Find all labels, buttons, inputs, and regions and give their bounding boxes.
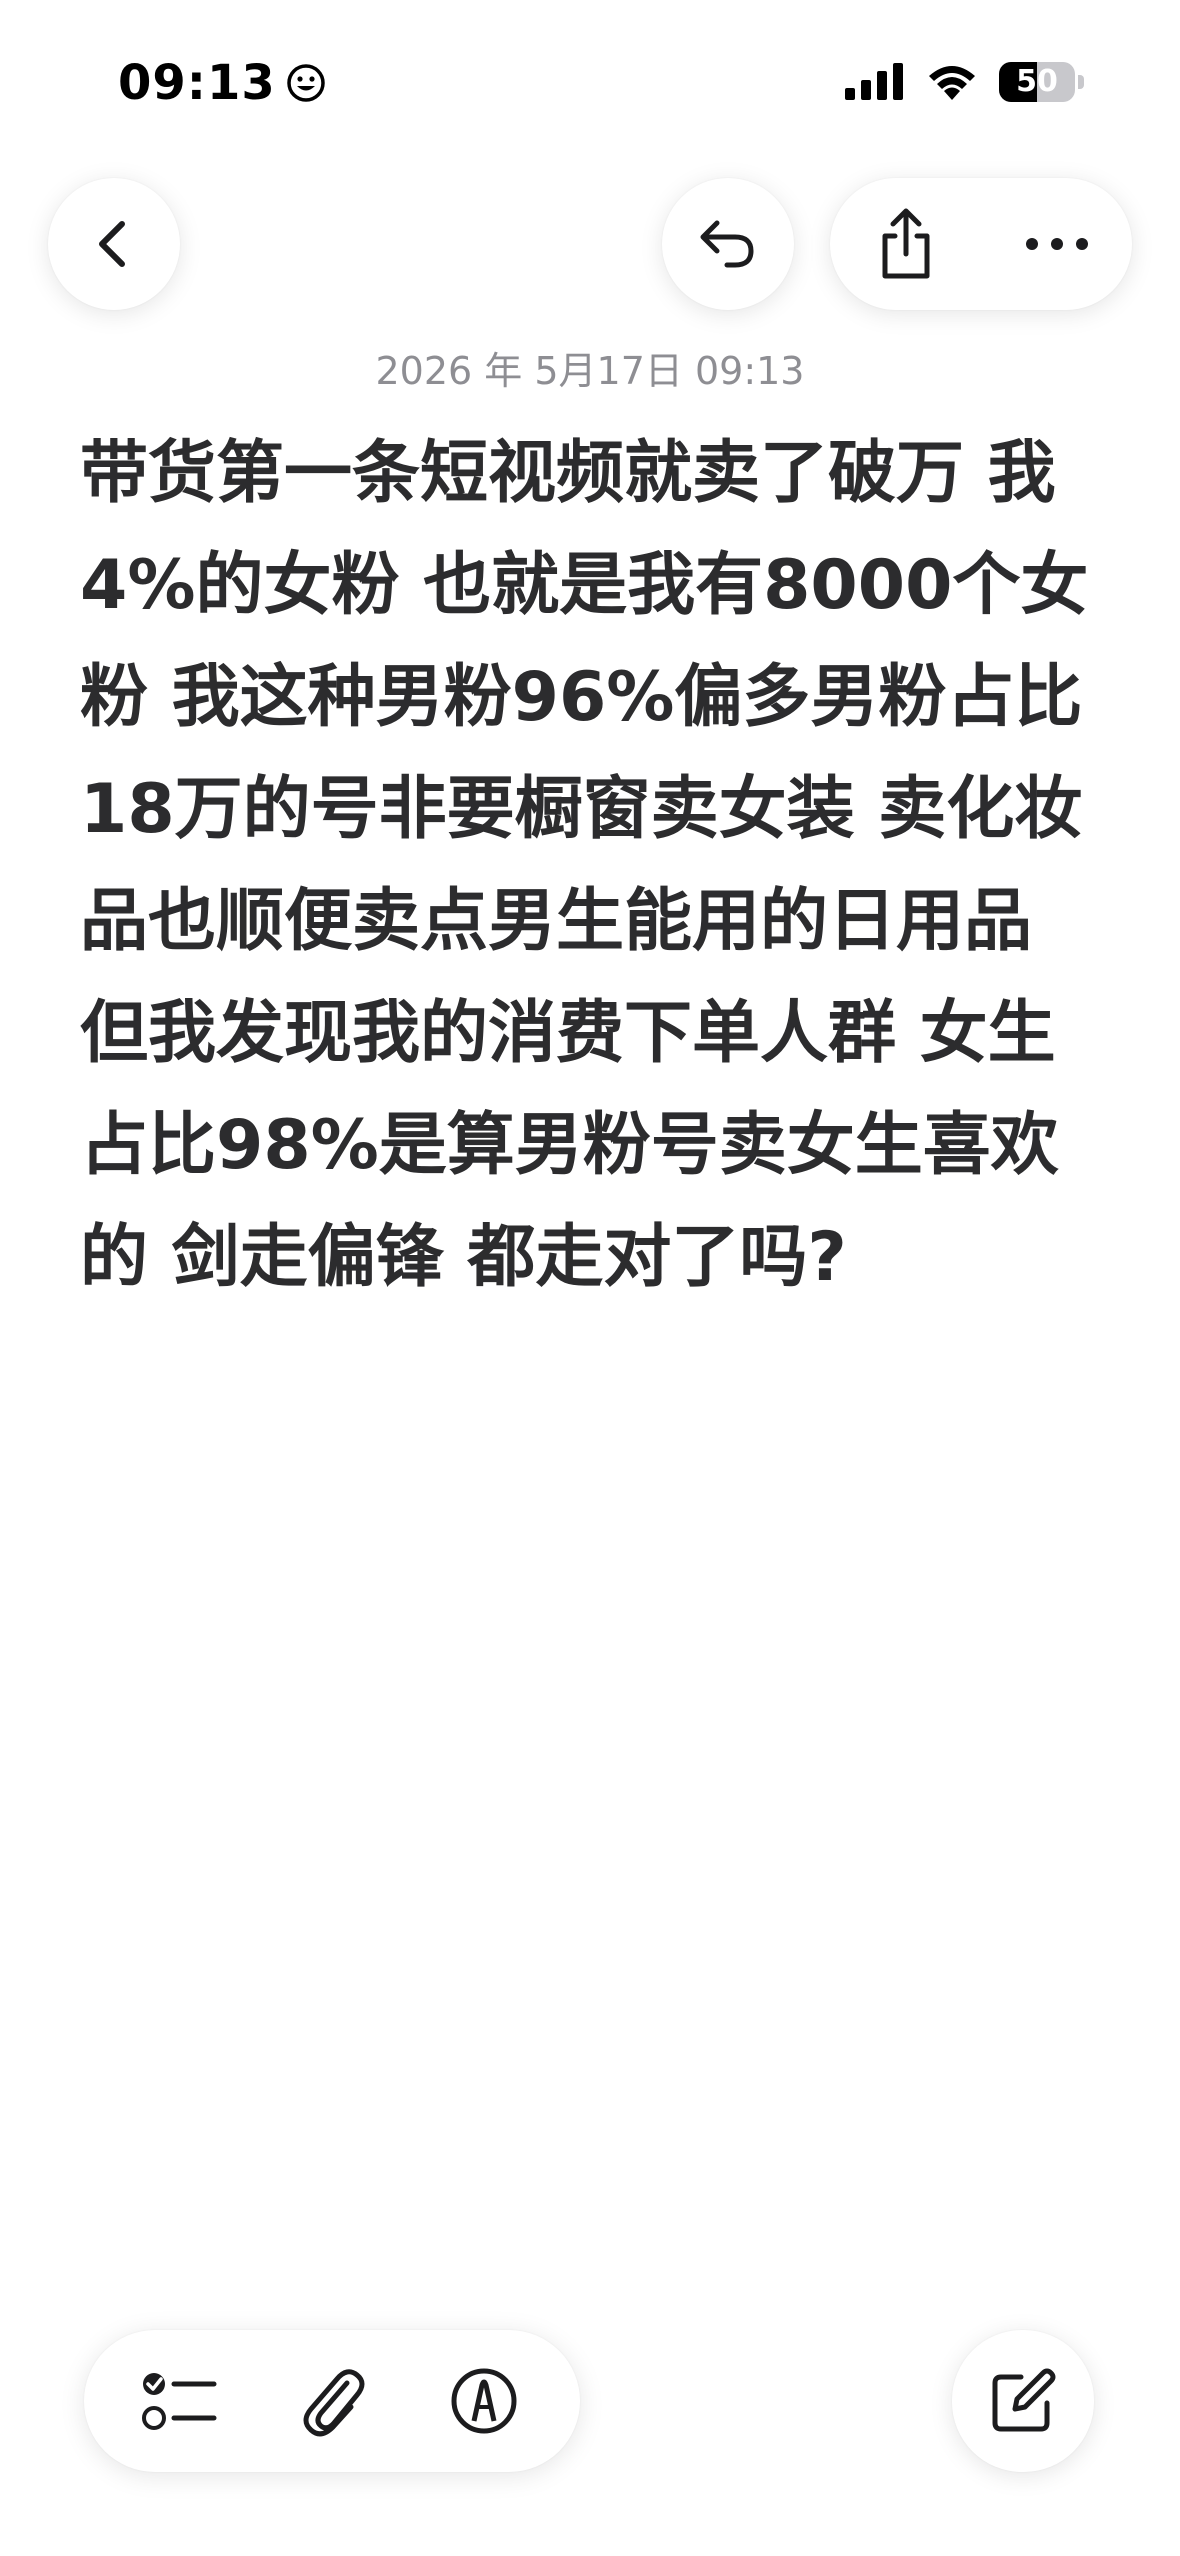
note-body-text[interactable]: 带货第一条短视频就卖了破万 我4%的女粉 也就是我有8000个女粉 我这种男粉9… <box>80 418 1100 1314</box>
undo-icon <box>700 220 754 268</box>
share-icon <box>882 208 929 279</box>
status-indicators: 50 <box>843 62 1084 102</box>
clock-text: 09:13 <box>118 55 276 111</box>
checklist-button[interactable] <box>120 2341 240 2461</box>
chevron-left-icon <box>99 221 125 267</box>
battery-indicator: 50 <box>999 62 1075 102</box>
smiley-face-icon <box>287 64 325 102</box>
attach-button[interactable] <box>272 2341 392 2461</box>
markup-button[interactable] <box>424 2341 544 2461</box>
markup-pen-icon <box>451 2368 517 2434</box>
note-date: 2026 年 5月17日 09:13 <box>375 349 805 393</box>
more-button[interactable] <box>997 184 1117 304</box>
status-bar: 09:13 50 <box>0 0 1180 150</box>
ellipsis-icon <box>1025 238 1088 250</box>
battery-level-text: 50 <box>1016 64 1058 99</box>
paperclip-icon <box>303 2369 365 2437</box>
compose-icon <box>992 2368 1056 2432</box>
checklist-icon <box>142 2373 217 2430</box>
undo-button[interactable] <box>662 178 794 310</box>
bottom-tools-group <box>84 2330 580 2472</box>
status-time: 09:13 <box>118 55 326 111</box>
note-actions-group <box>830 178 1132 310</box>
cellular-signal-icon <box>845 63 903 100</box>
battery-cap <box>1078 75 1084 89</box>
compose-button[interactable] <box>952 2330 1094 2472</box>
back-button[interactable] <box>48 178 180 310</box>
share-button[interactable] <box>846 184 966 304</box>
wifi-icon <box>929 66 975 100</box>
